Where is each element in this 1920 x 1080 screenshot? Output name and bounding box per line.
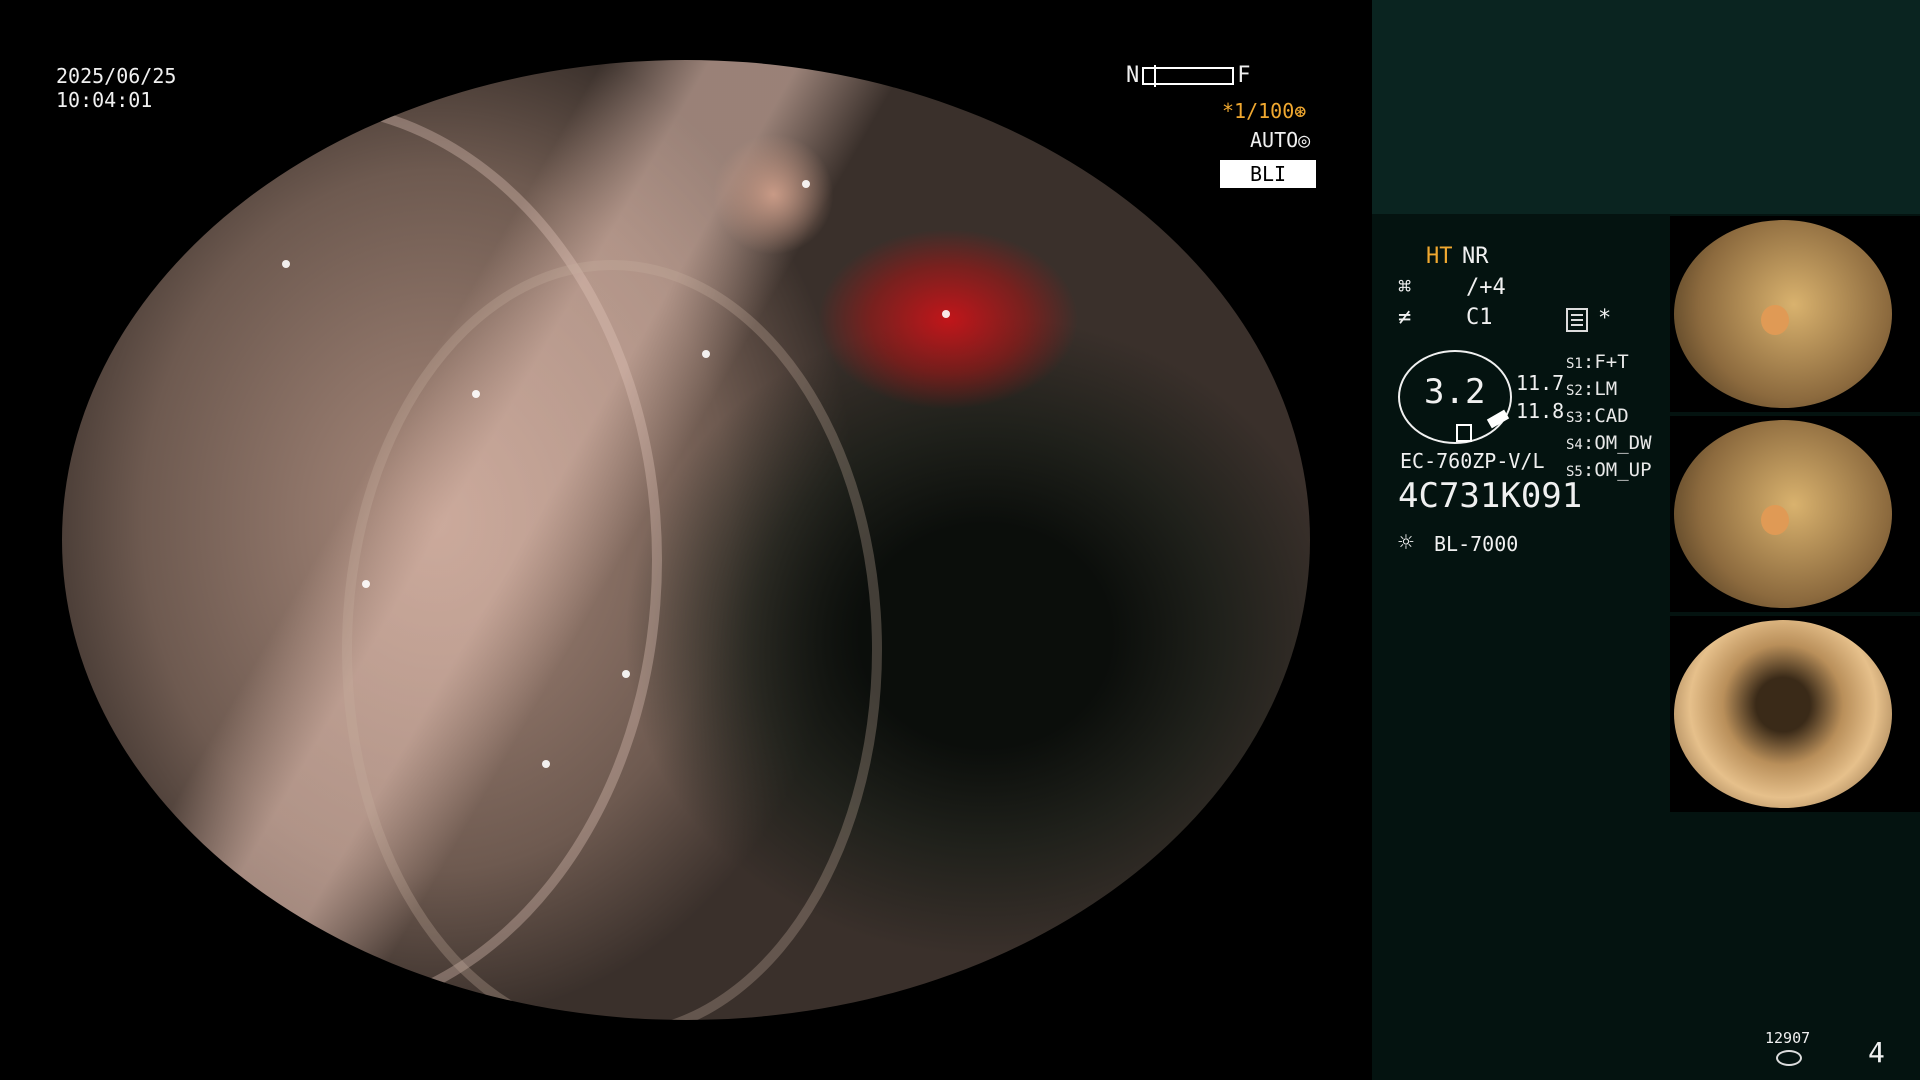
switch-value: LM — [1594, 378, 1618, 400]
light-reflection — [942, 310, 950, 318]
shutter-readout: *1/100⊛ — [1222, 99, 1306, 123]
scope-model: EC-760ZP-V/L — [1400, 449, 1545, 473]
iris-mode: AUTO — [1250, 128, 1299, 152]
endoscopic-image — [62, 60, 1310, 1020]
switch-item: S1:F+T — [1566, 351, 1629, 373]
page-number: 4 — [1868, 1036, 1885, 1069]
zoom-value: 3.2 — [1424, 372, 1486, 412]
endoscope-video-area: 2025/06/25 10:04:01 N F *1/100⊛ AUTO◎ BL… — [0, 0, 1372, 1080]
far-label: F — [1237, 63, 1251, 88]
focus-knob — [1154, 65, 1157, 87]
switch-value: OM_UP — [1594, 459, 1652, 481]
readout-value-2: 11.8 — [1516, 399, 1565, 423]
captured-image-thumbnail[interactable] — [1670, 616, 1920, 812]
light-reflection — [702, 350, 710, 358]
light-reflection — [542, 760, 550, 768]
enhance-value: /+4 — [1466, 275, 1506, 300]
light-source-model: BL-7000 — [1434, 532, 1519, 556]
light-reflection — [282, 260, 290, 268]
thumbnail-image — [1674, 620, 1892, 808]
scope-serial: 4C731K091 — [1398, 476, 1583, 516]
switch-value: OM_DW — [1594, 432, 1652, 454]
shutter-icon: ⊛ — [1294, 99, 1307, 123]
scope-tip-icon — [1456, 424, 1472, 442]
panel-header — [1372, 0, 1920, 214]
light-reflection — [802, 180, 810, 188]
mucosal-fold — [342, 260, 882, 1020]
ht-indicator: HT — [1426, 244, 1453, 269]
switch-value: F+T — [1594, 351, 1629, 373]
readout-value-1: 11.7 — [1516, 371, 1565, 395]
light-reflection — [472, 390, 480, 398]
image-counter: 12907 — [1765, 1029, 1811, 1047]
switch-item: S2:LM — [1566, 378, 1618, 400]
switch-value: CAD — [1594, 405, 1629, 427]
date: 2025/06/25 — [56, 64, 177, 88]
captured-image-thumbnail[interactable] — [1670, 216, 1920, 412]
asterisk-mark: * — [1598, 306, 1612, 331]
thumbnail-image — [1674, 420, 1892, 608]
switch-key: S4 — [1566, 437, 1583, 453]
switch-item: S4:OM_DW — [1566, 432, 1652, 454]
time: 10:04:01 — [56, 88, 153, 112]
switch-key: S3 — [1566, 410, 1583, 426]
light-reflection — [622, 670, 630, 678]
enhance-icon: ⌘ — [1398, 275, 1412, 300]
iris-readout: AUTO◎ — [1250, 128, 1310, 152]
captured-image-thumbnail[interactable] — [1670, 416, 1920, 612]
color-value: C1 — [1466, 305, 1493, 330]
iris-icon: ◎ — [1298, 128, 1311, 152]
switch-key: S1 — [1566, 356, 1583, 372]
light-reflection — [362, 580, 370, 588]
storage-icon — [1776, 1050, 1802, 1066]
color-icon: ≠ — [1398, 305, 1412, 330]
light-source-icon: ☼ — [1398, 528, 1414, 558]
thumbnail-image — [1674, 220, 1892, 408]
switch-assignment-list: S1:F+T S2:LM S3:CAD S4:OM_DW S5:OM_UP — [1566, 350, 1652, 485]
shutter-speed: *1/100 — [1222, 99, 1295, 123]
nr-indicator: NR — [1462, 244, 1489, 269]
focus-track — [1142, 65, 1235, 87]
switch-key: S2 — [1566, 383, 1583, 399]
near-label: N — [1126, 63, 1140, 88]
switch-item: S3:CAD — [1566, 405, 1629, 427]
memo-icon — [1566, 308, 1588, 332]
date-time: 2025/06/25 10:04:01 — [56, 64, 176, 112]
focus-indicator: N F — [1126, 64, 1251, 88]
imaging-mode-badge: BLI — [1220, 160, 1316, 188]
